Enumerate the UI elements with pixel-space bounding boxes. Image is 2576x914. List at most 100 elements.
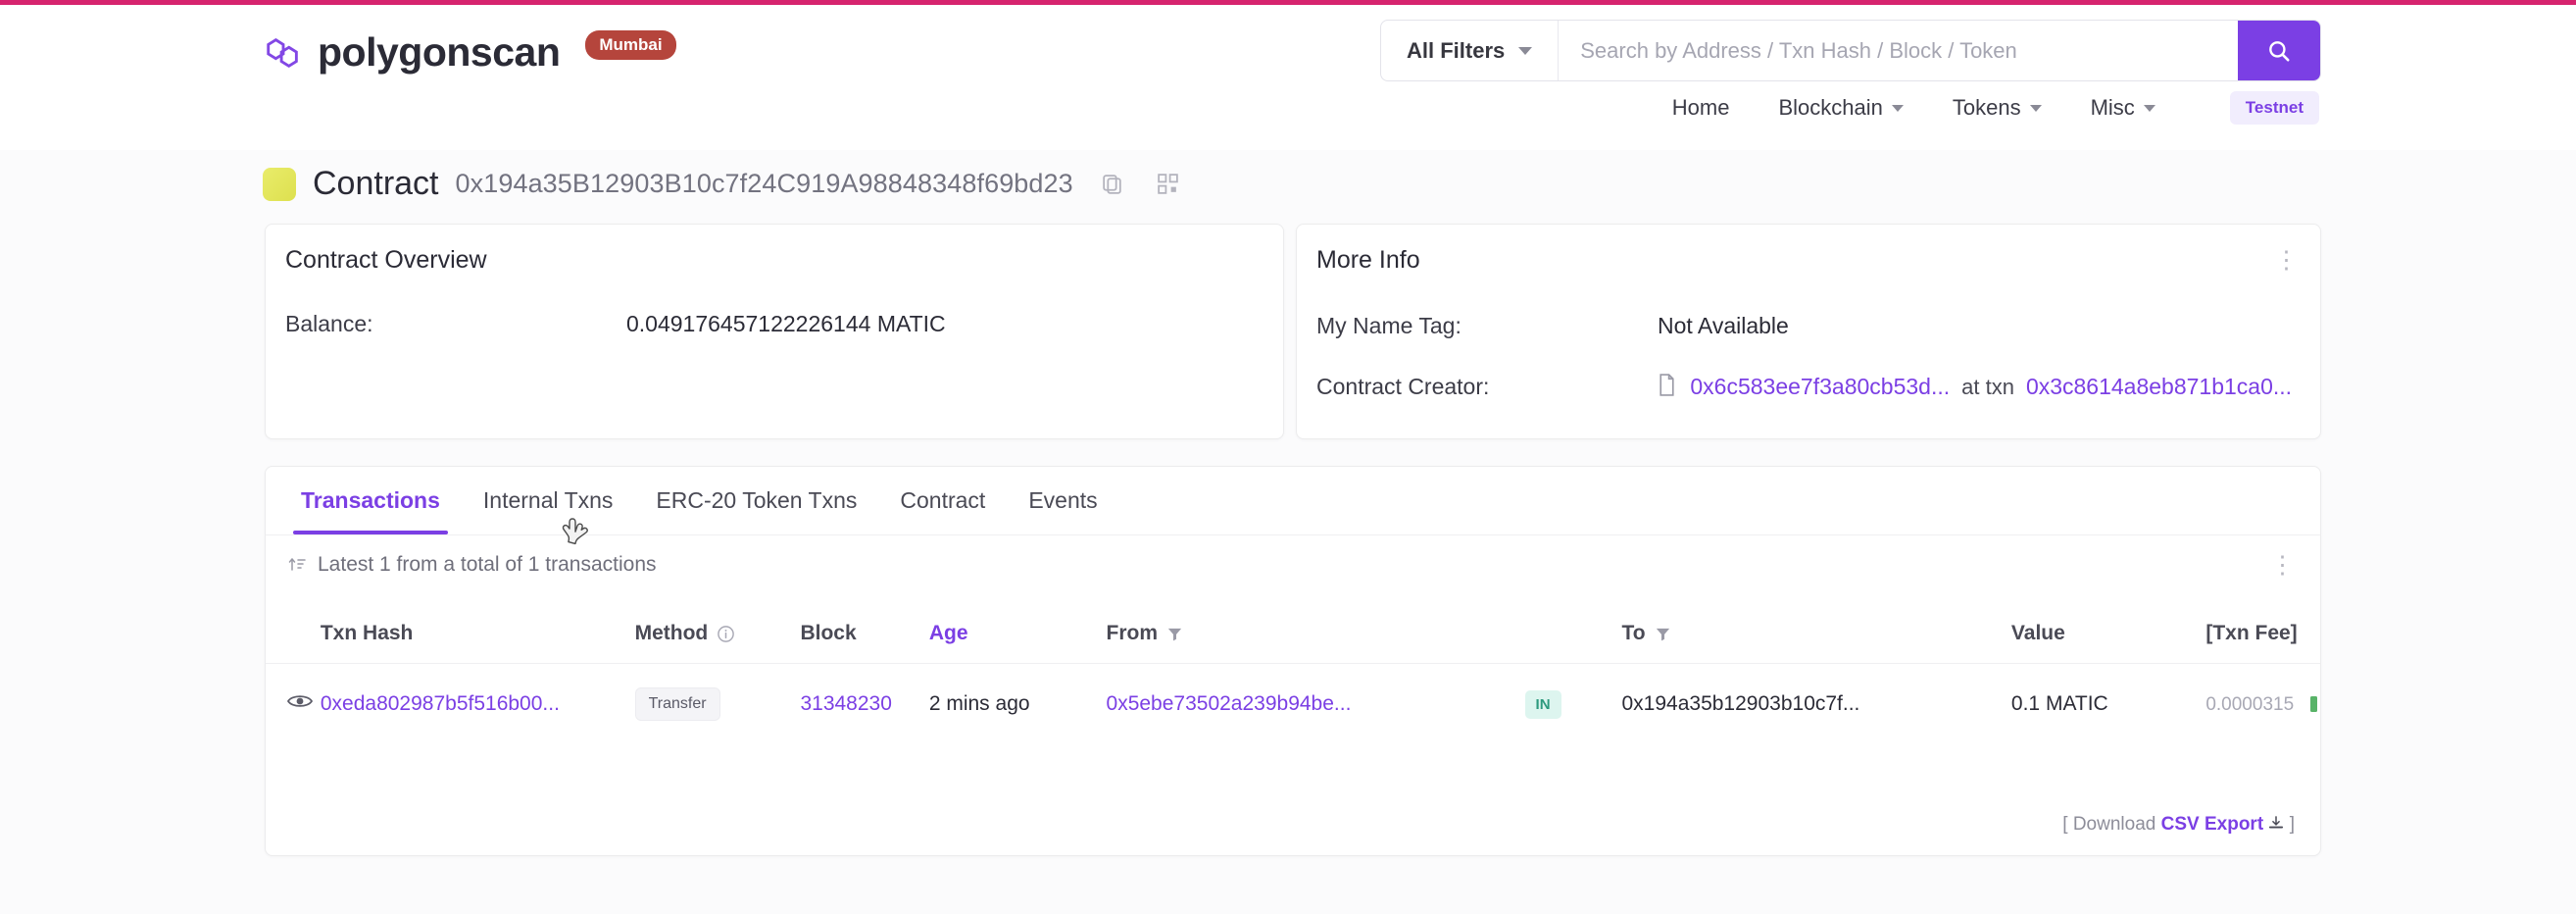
chevron-down-icon	[2144, 105, 2155, 112]
nav-label-home: Home	[1672, 95, 1730, 121]
info-icon[interactable]	[717, 625, 735, 643]
contract-creator-txn-link[interactable]: 0x3c8614a8eb871b1ca0...	[2026, 374, 2292, 400]
transactions-table: Txn Hash Method Block	[266, 606, 2320, 744]
csv-export-footer: [ Download CSV Export ]	[2062, 814, 2295, 836]
col-label-from: From	[1107, 622, 1159, 645]
contract-creator-label: Contract Creator:	[1316, 374, 1658, 400]
page-title: Contract	[313, 165, 439, 203]
copy-icon	[1100, 172, 1124, 196]
name-tag-value: Not Available	[1658, 313, 1789, 339]
qr-code-icon	[1156, 172, 1180, 196]
filter-icon[interactable]	[1655, 626, 1671, 642]
direction-badge: IN	[1525, 690, 1561, 719]
nav-item-tokens[interactable]: Tokens	[1953, 95, 2042, 121]
row-method-cell: Transfer	[635, 664, 801, 745]
chevron-down-icon	[1518, 47, 1532, 55]
nav-label-misc: Misc	[2091, 95, 2135, 121]
network-badge: Mumbai	[585, 30, 675, 60]
txn-hash-link[interactable]: 0xeda802987b5f516b00...	[321, 692, 560, 715]
from-address-link[interactable]: 0x5ebe73502a239b94be...	[1107, 692, 1352, 715]
col-value[interactable]: Value	[2011, 606, 2205, 664]
more-info-card: More Info ⋮ My Name Tag: Not Available C…	[1296, 224, 2321, 439]
logo-text: polygonscan	[318, 29, 560, 76]
contract-avatar-icon	[263, 168, 296, 201]
balance-value: 0.049176457122226144 MATIC	[626, 311, 946, 337]
col-label-txn-hash: Txn Hash	[321, 622, 414, 644]
table-header-row: Txn Hash Method Block	[266, 606, 2320, 664]
search-input[interactable]	[1559, 21, 2238, 80]
name-tag-row: My Name Tag: Not Available	[1316, 313, 1789, 339]
search-button[interactable]	[2238, 21, 2320, 80]
transactions-table-body: 0xeda802987b5f516b00... Transfer 3134823…	[266, 664, 2320, 745]
panel-kebab-menu-icon[interactable]: ⋮	[2270, 553, 2295, 578]
col-direction	[1525, 606, 1622, 664]
row-fee-cell: 0.0000315	[2205, 664, 2320, 745]
table-row: 0xeda802987b5f516b00... Transfer 3134823…	[266, 664, 2320, 745]
col-age[interactable]: Age	[929, 606, 1107, 664]
chevron-down-icon	[2030, 105, 2042, 112]
all-filters-label: All Filters	[1407, 38, 1505, 64]
row-to-cell: 0x194a35b12903b10c7f...	[1622, 664, 2011, 745]
creator-address-wrap: 0x6c583ee7f3a80cb53d...	[1658, 374, 1950, 400]
col-method[interactable]: Method	[635, 606, 801, 664]
nav-label-blockchain: Blockchain	[1778, 95, 1882, 121]
row-age-cell: 2 mins ago	[929, 664, 1107, 745]
col-label-block: Block	[800, 622, 856, 644]
document-icon	[1658, 374, 1676, 396]
balance-row: Balance: 0.049176457122226144 MATIC	[285, 311, 946, 337]
method-badge: Transfer	[635, 687, 720, 721]
col-block[interactable]: Block	[800, 606, 928, 664]
col-txn-fee[interactable]: [Txn Fee]	[2205, 606, 2320, 664]
txn-fee-value: 0.0000315	[2205, 694, 2294, 715]
contract-overview-card: Contract Overview Balance: 0.04917645712…	[265, 224, 1284, 439]
col-txn-hash[interactable]: Txn Hash	[321, 606, 635, 664]
footer-suffix: ]	[2290, 814, 2295, 835]
csv-export-link[interactable]: CSV Export	[2161, 814, 2264, 835]
search-bar[interactable]: All Filters	[1380, 20, 2321, 81]
gas-icon	[2307, 694, 2320, 714]
block-link[interactable]: 31348230	[800, 692, 891, 715]
nav-item-blockchain[interactable]: Blockchain	[1778, 95, 1903, 121]
all-filters-dropdown[interactable]: All Filters	[1381, 21, 1559, 80]
nav-item-home[interactable]: Home	[1672, 95, 1730, 121]
col-eye	[266, 606, 321, 664]
col-label-value: Value	[2011, 622, 2065, 644]
row-block-cell: 31348230	[800, 664, 928, 745]
contract-overview-title: Contract Overview	[285, 246, 487, 275]
main-nav: Home Blockchain Tokens Misc Testnet	[1672, 91, 2319, 125]
contract-address: 0x194a35B12903B10c7f24C919A98848348f69bd…	[456, 169, 1073, 199]
row-from-cell: 0x5ebe73502a239b94be...	[1107, 664, 1525, 745]
search-icon	[2266, 38, 2292, 64]
col-to[interactable]: To	[1622, 606, 2011, 664]
filter-icon[interactable]	[1166, 626, 1183, 642]
more-info-kebab-menu-icon[interactable]: ⋮	[2274, 248, 2299, 273]
transaction-count-text: Latest 1 from a total of 1 transactions	[318, 553, 657, 577]
eye-icon	[287, 692, 313, 710]
site-header: polygonscan Mumbai All Filters Home Bloc…	[0, 5, 2576, 150]
site-logo[interactable]: polygonscan Mumbai	[263, 29, 676, 76]
col-from[interactable]: From	[1107, 606, 1525, 664]
chevron-down-icon	[1892, 105, 1904, 112]
creator-separator: at txn	[1961, 375, 2014, 400]
tab-transactions[interactable]: Transactions	[279, 467, 462, 534]
download-icon[interactable]	[2268, 816, 2284, 832]
tab-erc20-token-txns[interactable]: ERC-20 Token Txns	[634, 467, 878, 534]
tab-events[interactable]: Events	[1007, 467, 1118, 534]
row-txn-hash-cell: 0xeda802987b5f516b00...	[321, 664, 635, 745]
transactions-table-head: Txn Hash Method Block	[266, 606, 2320, 664]
footer-prefix: [ Download	[2062, 814, 2155, 835]
testnet-badge[interactable]: Testnet	[2230, 91, 2319, 125]
polygon-logo-icon	[263, 32, 304, 74]
transactions-panel: Transactions Internal Txns ERC-20 Token …	[265, 466, 2321, 856]
contract-creator-row: Contract Creator: 0x6c583ee7f3a80cb53d..…	[1316, 374, 2292, 400]
contract-creator-address-link[interactable]: 0x6c583ee7f3a80cb53d...	[1690, 374, 1950, 399]
row-direction-cell: IN	[1525, 664, 1622, 745]
qr-code-button[interactable]	[1152, 168, 1185, 201]
nav-item-misc[interactable]: Misc	[2091, 95, 2155, 121]
tab-internal-txns[interactable]: Internal Txns	[462, 467, 635, 534]
row-eye-cell[interactable]	[266, 664, 321, 745]
row-value-cell: 0.1 MATIC	[2011, 664, 2205, 745]
col-label-txn-fee: [Txn Fee]	[2205, 622, 2297, 644]
copy-address-button[interactable]	[1096, 168, 1129, 201]
tab-contract[interactable]: Contract	[878, 467, 1007, 534]
